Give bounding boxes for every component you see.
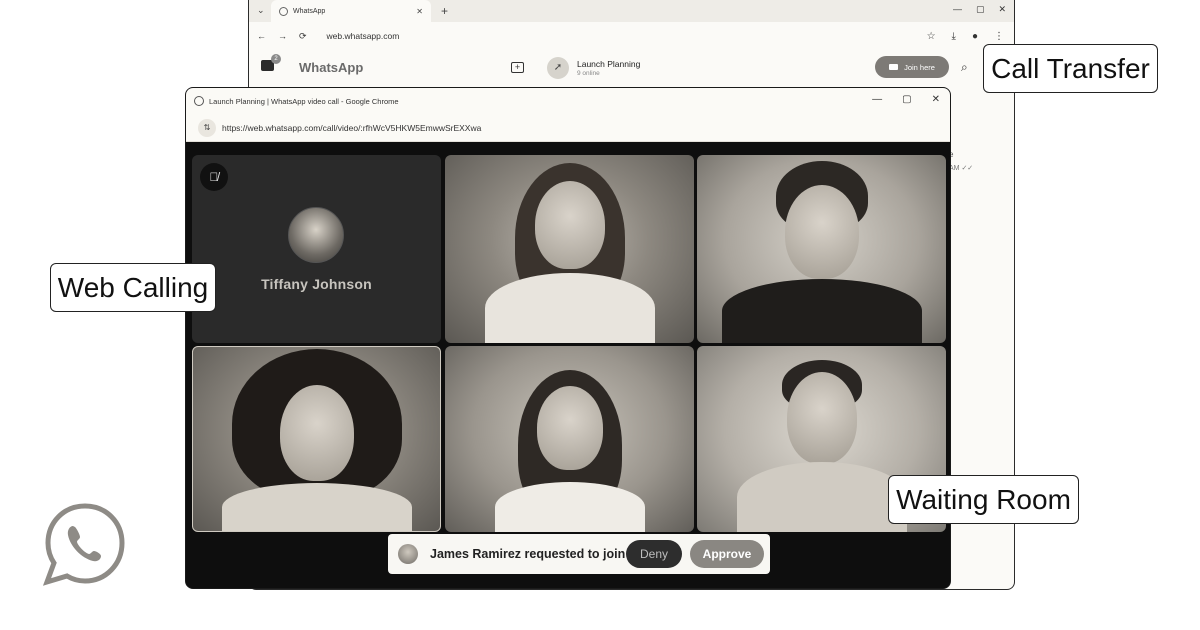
url-field[interactable]: web.whatsapp.com	[327, 31, 400, 41]
tab-search-chevron-icon[interactable]: ⌄	[257, 5, 265, 16]
message-time-fragment: AM ✓✓	[949, 165, 974, 172]
back-arrow-icon[interactable]: ←	[257, 31, 266, 41]
call-window-titlebar: Launch Planning | WhatsApp video call - …	[186, 88, 950, 114]
bookmark-star-icon[interactable]: ☆	[927, 31, 936, 42]
menu-kebab-icon[interactable]: ⋮	[994, 31, 1004, 42]
unread-badge: 2	[271, 54, 281, 64]
rocket-icon[interactable]: ➚	[547, 57, 569, 79]
video-camera-icon	[889, 64, 899, 70]
tab-close-icon[interactable]: ✕	[416, 7, 423, 16]
participant-video[interactable]	[192, 346, 441, 532]
participant-body	[736, 462, 907, 532]
call-window-title: Launch Planning | WhatsApp video call - …	[209, 96, 399, 106]
join-here-label: Join here	[904, 62, 935, 72]
participant-face	[536, 386, 603, 470]
toolbar-icons: ☆ ⤓ ● ⋮	[927, 31, 1004, 42]
new-chat-icon[interactable]: +	[511, 62, 524, 73]
join-here-button[interactable]: Join here	[875, 56, 949, 78]
participant-face	[534, 181, 605, 269]
web-calling-label: Web Calling	[50, 263, 216, 312]
tab-title: WhatsApp	[293, 7, 326, 15]
participant-body	[494, 482, 645, 532]
minimize-icon[interactable]: —	[953, 4, 962, 15]
maximize-icon[interactable]: ▢	[976, 4, 985, 15]
maximize-icon[interactable]: ▢	[902, 94, 911, 105]
participant-name: Tiffany Johnson	[261, 276, 372, 292]
app-title: WhatsApp	[299, 60, 364, 75]
participant-face	[784, 185, 859, 279]
stage: ⌄ WhatsApp ✕ + — ▢ ✕ ← → ⟳ web.whatsapp.…	[0, 0, 1200, 630]
site-settings-icon[interactable]: ⇅	[198, 118, 216, 137]
avatar	[398, 544, 418, 564]
profile-icon[interactable]: ●	[972, 31, 978, 42]
call-url[interactable]: https://web.whatsapp.com/call/video/:rfh…	[222, 123, 481, 133]
close-icon[interactable]: ✕	[932, 94, 940, 105]
participant-video[interactable]	[445, 155, 694, 343]
participant-body	[484, 273, 655, 343]
participant-video[interactable]	[697, 155, 946, 343]
tab-strip: ⌄ WhatsApp ✕ + — ▢ ✕	[249, 0, 1014, 22]
search-icon[interactable]: ⌕	[961, 60, 968, 75]
call-address-bar: ⇅ https://web.whatsapp.com/call/video/:r…	[186, 114, 950, 142]
tab-whatsapp[interactable]: WhatsApp ✕	[271, 0, 431, 22]
call-window-controls: — ▢ ✕	[872, 94, 940, 105]
address-bar: ← → ⟳ web.whatsapp.com ☆ ⤓ ● ⋮	[249, 22, 1014, 50]
video-call-window: Launch Planning | WhatsApp video call - …	[185, 87, 951, 589]
call-transfer-label: Call Transfer	[983, 44, 1158, 93]
reload-icon[interactable]: ⟳	[299, 31, 307, 42]
forward-arrow-icon[interactable]: →	[278, 31, 287, 41]
window-controls: — ▢ ✕	[953, 4, 1006, 15]
chat-name[interactable]: Launch Planning	[577, 59, 640, 69]
download-icon[interactable]: ⤓	[952, 31, 956, 42]
join-request-text: James Ramirez requested to join	[430, 547, 626, 561]
whatsapp-logo-icon	[43, 503, 125, 586]
participant-tile[interactable]: 🎙̸ Tiffany Johnson	[192, 155, 441, 343]
close-icon[interactable]: ✕	[998, 4, 1006, 15]
chat-subtitle: 9 online	[577, 70, 600, 77]
participant-body	[721, 279, 922, 343]
muted-mic-icon: 🎙̸	[200, 163, 228, 191]
whatsapp-header: 2 WhatsApp + ➚ Launch Planning 9 online …	[249, 50, 1014, 86]
waiting-room-label: Waiting Room	[888, 475, 1079, 524]
participant-face	[786, 372, 857, 464]
join-request-banner: James Ramirez requested to join Deny App…	[388, 534, 770, 574]
whatsapp-tab-icon	[279, 6, 288, 16]
call-grid: 🎙̸ Tiffany Johnson James Ramirez request…	[186, 142, 950, 588]
deny-button[interactable]: Deny	[626, 540, 682, 568]
approve-button[interactable]: Approve	[690, 540, 764, 568]
new-tab-icon[interactable]: +	[441, 4, 448, 18]
participant-body	[221, 483, 412, 531]
participant-face	[279, 385, 354, 481]
whatsapp-icon	[194, 96, 204, 106]
participant-video[interactable]	[445, 346, 694, 532]
avatar	[288, 207, 344, 263]
minimize-icon[interactable]: —	[872, 94, 882, 105]
